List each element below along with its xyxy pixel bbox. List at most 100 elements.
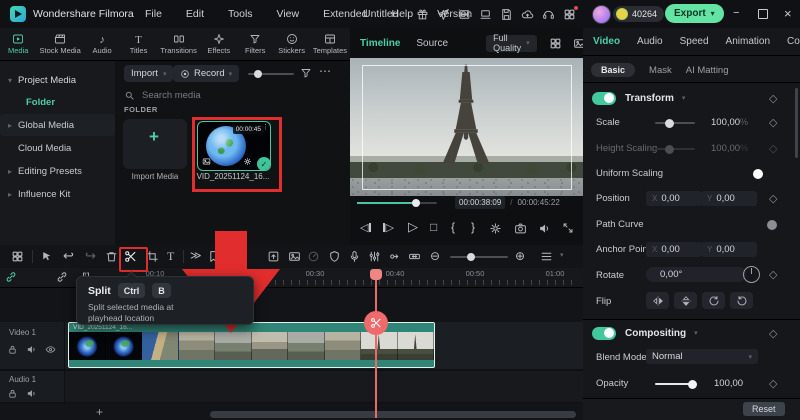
avatar[interactable] xyxy=(592,5,611,24)
subtab-mask[interactable]: Mask xyxy=(649,65,672,76)
auto-ripple-icon[interactable] xyxy=(408,250,421,263)
menu-edit[interactable]: Edit xyxy=(186,8,204,20)
tab-filters[interactable]: Filters xyxy=(237,28,273,60)
snapshot-icon[interactable] xyxy=(514,222,527,235)
support-icon[interactable] xyxy=(542,8,555,21)
menu-tools[interactable]: Tools xyxy=(228,8,253,20)
text-tool-icon[interactable]: T xyxy=(167,249,174,264)
tab-audio[interactable]: ♪ Audio xyxy=(84,28,120,60)
media-server-icon[interactable] xyxy=(458,8,471,21)
filter-icon[interactable] xyxy=(300,67,312,79)
export-clip-icon[interactable] xyxy=(267,250,280,263)
save-icon[interactable] xyxy=(500,8,513,21)
caret-down-icon[interactable]: ▾ xyxy=(560,251,564,259)
playhead-split-badge[interactable] xyxy=(364,311,388,335)
menu-view[interactable]: View xyxy=(277,8,300,20)
quality-dropdown[interactable]: Full Quality ▾ xyxy=(486,33,537,53)
tab-audio[interactable]: Audio xyxy=(637,36,663,47)
voiceover-icon[interactable] xyxy=(348,250,361,263)
rotate-dial[interactable] xyxy=(743,266,760,283)
lock-track-icon[interactable] xyxy=(7,388,18,399)
opacity-slider[interactable] xyxy=(655,379,697,389)
tab-effects[interactable]: Effects xyxy=(201,28,237,60)
transform-bounding-box[interactable] xyxy=(362,65,572,190)
tab-templates[interactable]: Templates xyxy=(310,28,350,60)
position-y-field[interactable]: Y 0,00 xyxy=(701,191,757,206)
tab-transitions[interactable]: Transitions xyxy=(157,28,201,60)
scale-knob[interactable] xyxy=(665,118,674,128)
track-height-icon[interactable] xyxy=(540,250,553,263)
keyframe-diamond-icon[interactable]: ◇ xyxy=(769,377,777,390)
timeline-zoom-slider[interactable] xyxy=(450,253,508,261)
record-button[interactable]: Record ▾ xyxy=(173,65,240,82)
device-icon[interactable] xyxy=(479,8,492,21)
cloud-upload-icon[interactable] xyxy=(521,8,534,21)
sidebar-item-global-media[interactable]: ▸ Global Media xyxy=(0,114,115,136)
position-x-field[interactable]: X 0,00 xyxy=(646,191,702,206)
compositing-toggle[interactable] xyxy=(592,326,616,340)
gift-icon[interactable] xyxy=(416,8,429,21)
playhead-handle[interactable] xyxy=(370,269,382,280)
hide-track-icon[interactable] xyxy=(45,344,56,355)
sidebar-item-influence-kit[interactable]: ▸ Influence Kit xyxy=(0,183,115,205)
stop-button[interactable]: □ xyxy=(430,220,437,234)
keyframe-diamond-icon[interactable]: ◇ xyxy=(769,92,777,105)
import-button[interactable]: Import ▾ xyxy=(124,65,174,82)
sidebar-item-project-media[interactable]: ▾ Project Media xyxy=(0,69,115,91)
slider-knob[interactable] xyxy=(254,70,262,78)
opacity-value[interactable]: 100,00 xyxy=(714,378,743,389)
keyframe-diamond-icon[interactable]: ◇ xyxy=(769,268,777,281)
opacity-knob[interactable] xyxy=(688,379,697,389)
flip-horizontal-button[interactable] xyxy=(646,292,669,309)
playback-settings-icon[interactable] xyxy=(489,222,502,235)
select-tool-icon[interactable] xyxy=(40,250,53,263)
tab-video[interactable]: Video xyxy=(593,36,620,47)
coin-badge[interactable]: 40264 xyxy=(613,6,665,22)
workspace-grid-icon[interactable] xyxy=(563,5,578,21)
play-button[interactable]: ▷ xyxy=(408,219,418,235)
tab-color[interactable]: Color xyxy=(787,36,800,47)
add-track-button[interactable]: + xyxy=(96,405,103,419)
track-manager-icon[interactable] xyxy=(11,250,24,263)
snapshot-frame-icon[interactable] xyxy=(288,250,301,263)
subtab-basic[interactable]: Basic xyxy=(591,63,636,77)
audio-mixer-icon[interactable] xyxy=(368,250,381,263)
transform-toggle[interactable] xyxy=(592,91,616,105)
next-frame-button[interactable]: ▷ xyxy=(383,221,394,234)
fullscreen-icon[interactable] xyxy=(562,222,574,234)
delete-icon[interactable] xyxy=(105,250,118,263)
zoom-in-icon[interactable]: ⊕ xyxy=(515,249,525,263)
zoom-knob[interactable] xyxy=(467,253,475,261)
keyframe-diamond-icon[interactable]: ◇ xyxy=(769,192,777,205)
sidebar-item-editing-presets[interactable]: ▸ Editing Presets xyxy=(0,160,115,182)
chain-icon[interactable] xyxy=(56,271,68,283)
mask-icon[interactable] xyxy=(328,250,341,263)
redo-icon[interactable]: ↪ xyxy=(85,248,96,264)
keyframe-diamond-icon[interactable]: ◇ xyxy=(769,116,777,129)
tab-source[interactable]: Source xyxy=(416,38,448,49)
rotate-field[interactable]: 0,00° xyxy=(646,267,746,282)
keyframe-diamond-icon[interactable]: ◇ xyxy=(769,327,777,340)
tab-titles[interactable]: T Titles xyxy=(120,28,156,60)
search-bar[interactable]: Search media xyxy=(124,87,342,103)
previous-frame-button[interactable]: ◁ xyxy=(360,221,371,234)
caret-down-icon[interactable]: ▾ xyxy=(682,94,686,102)
thumbnail-size-slider[interactable] xyxy=(248,70,294,78)
minimize-button[interactable]: − xyxy=(733,7,739,19)
sidebar-item-cloud-media[interactable]: Cloud Media xyxy=(0,137,115,159)
anchor-y-field[interactable]: Y 0,00 xyxy=(701,242,757,257)
more-options-icon[interactable]: ⋯ xyxy=(319,64,331,78)
blend-mode-dropdown[interactable]: Normal ▾ xyxy=(646,349,758,364)
tab-animation[interactable]: Animation xyxy=(726,36,770,47)
subtab-ai-matting[interactable]: AI Matting xyxy=(686,65,729,76)
close-button[interactable]: × xyxy=(784,6,792,21)
sidebar-item-folder[interactable]: Folder xyxy=(0,91,115,113)
scale-value[interactable]: 100,00 xyxy=(711,117,740,128)
import-media-tile[interactable]: + xyxy=(123,119,187,169)
more-tools-icon[interactable]: ≫ xyxy=(190,249,202,262)
seek-bar[interactable] xyxy=(357,199,437,207)
reset-button[interactable]: Reset xyxy=(743,402,785,416)
preview-viewport[interactable] xyxy=(350,58,583,196)
scale-slider[interactable] xyxy=(655,118,695,128)
restore-button[interactable] xyxy=(758,9,768,19)
